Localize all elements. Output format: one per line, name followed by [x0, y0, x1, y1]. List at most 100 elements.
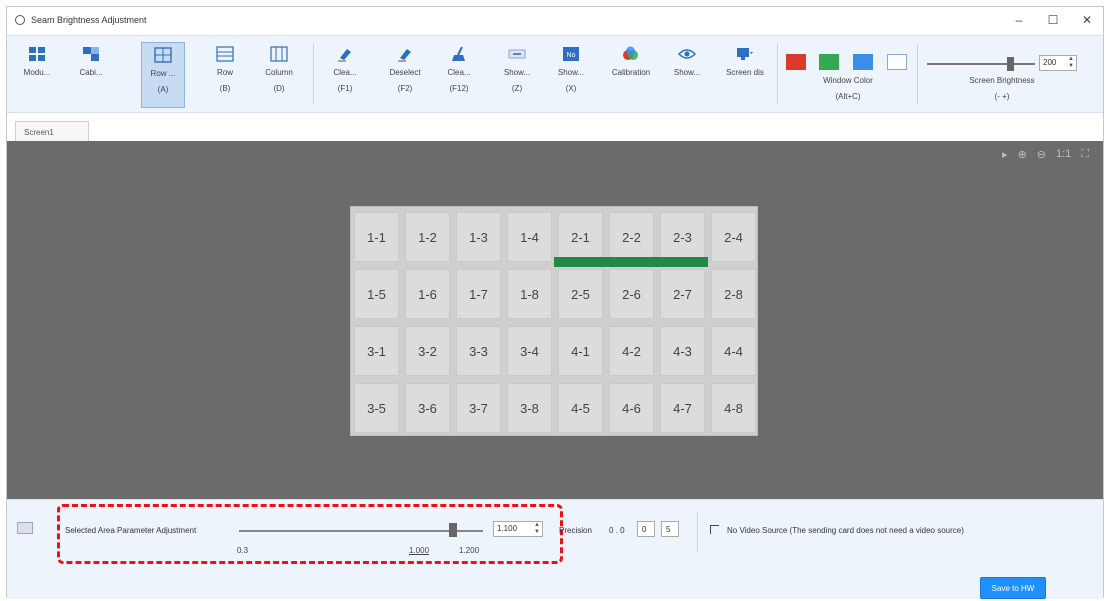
- cabinet-cell[interactable]: 2-5: [558, 269, 603, 319]
- tool-label: Deselect: [389, 68, 421, 77]
- toolbar-separator: [777, 44, 778, 104]
- cabinet-cell[interactable]: 1-5: [354, 269, 399, 319]
- show-seams-icon: [508, 49, 526, 59]
- cabinet-cell[interactable]: 1-3: [456, 212, 501, 262]
- brightness-spinner[interactable]: ▲ ▼: [1066, 56, 1076, 70]
- tool-shortcut: (X): [565, 84, 577, 93]
- clear-all-tool-button[interactable]: Clea... (F12): [437, 42, 481, 108]
- actual-size-icon[interactable]: 1:1: [1056, 148, 1071, 160]
- parameter-spinner[interactable]: ▲ ▼: [532, 522, 542, 536]
- panel-collapse-icon[interactable]: [17, 522, 33, 534]
- minimize-button[interactable]: –: [1003, 7, 1035, 33]
- cabinet-cell[interactable]: 3-4: [507, 326, 552, 376]
- cabinet-cell[interactable]: 3-7: [456, 383, 501, 433]
- screen-display-tool-button[interactable]: Screen dis: [719, 42, 771, 108]
- cabinet-cell[interactable]: 3-8: [507, 383, 552, 433]
- cabinet-cell[interactable]: 2-2: [609, 212, 654, 262]
- cabinet-cell[interactable]: 2-6: [609, 269, 654, 319]
- title-bar: Seam Brightness Adjustment – ☐ ✕: [7, 7, 1103, 33]
- cabinet-cell[interactable]: 1-4: [507, 212, 552, 262]
- cabinet-cell[interactable]: 4-2: [609, 326, 654, 376]
- brightness-slider-thumb[interactable]: [1007, 57, 1015, 71]
- screen-display-icon: [737, 48, 753, 60]
- cabinet-cell[interactable]: 2-3: [660, 212, 705, 262]
- tool-label: Row ...: [150, 69, 176, 78]
- cabinet-cell[interactable]: 1-8: [507, 269, 552, 319]
- show-view-tool-button[interactable]: Show...: [665, 42, 709, 108]
- brightness-slider-track[interactable]: [927, 63, 1035, 65]
- cabinet-cell[interactable]: 4-3: [660, 326, 705, 376]
- selected-seam-bar[interactable]: [554, 257, 708, 267]
- zoom-out-icon[interactable]: ⊖: [1037, 148, 1046, 161]
- fit-screen-icon[interactable]: ⛶: [1081, 148, 1089, 161]
- tool-shortcut: (B): [219, 84, 231, 93]
- cabinet-cell[interactable]: 4-8: [711, 383, 756, 433]
- expand-arrow-icon[interactable]: ▸: [1002, 148, 1008, 161]
- cabinet-cell[interactable]: 3-2: [405, 326, 450, 376]
- tool-shortcut: (A): [157, 85, 169, 94]
- cabinet-cell[interactable]: 4-7: [660, 383, 705, 433]
- row-seam-tool-button[interactable]: Row ... (A): [141, 42, 185, 108]
- save-to-hw-button[interactable]: Save to HW: [980, 577, 1046, 599]
- precision-digit-2[interactable]: 5: [661, 521, 679, 537]
- cabinet-cell[interactable]: 1-7: [456, 269, 501, 319]
- tool-label: Clea...: [333, 68, 357, 77]
- app-icon: [15, 15, 25, 25]
- precision-label: Precision: [559, 526, 592, 535]
- deselect-icon: [398, 49, 411, 62]
- parameter-label: Selected Area Parameter Adjustment: [65, 526, 197, 535]
- module-tool-button[interactable]: Modu...: [15, 42, 59, 108]
- deselect-tool-button[interactable]: Deselect (F2): [383, 42, 427, 108]
- tab-screen1[interactable]: Screen1: [15, 121, 89, 141]
- color-swatch-white[interactable]: [887, 54, 907, 70]
- cabinet-cell[interactable]: 1-6: [405, 269, 450, 319]
- column-tool-button[interactable]: Column (D): [257, 42, 301, 108]
- clear-tool-button[interactable]: Clea... (F1): [323, 42, 367, 108]
- cabinet-cell[interactable]: 2-4: [711, 212, 756, 262]
- column-icon: [270, 46, 288, 62]
- slider-max-label: 1.200: [459, 546, 480, 555]
- cabinet-cell[interactable]: 2-8: [711, 269, 756, 319]
- panel-divider: [697, 512, 698, 552]
- cabinet-cell[interactable]: 4-1: [558, 326, 603, 376]
- tool-label: Calibration: [611, 68, 651, 77]
- slider-mid-label: 1.000: [409, 546, 430, 555]
- show-numbers-tool-button[interactable]: No Show... (X): [549, 42, 593, 108]
- cabinet-cell[interactable]: 1-1: [354, 212, 399, 262]
- calibration-tool-button[interactable]: Calibration: [605, 42, 657, 108]
- color-swatch-blue[interactable]: [853, 54, 873, 70]
- row-tool-button[interactable]: Row (B): [203, 42, 247, 108]
- cabinet-cell[interactable]: 1-2: [405, 212, 450, 262]
- cabinet-cell[interactable]: 3-5: [354, 383, 399, 433]
- toolbar-separator: [917, 44, 918, 104]
- cabinet-cell[interactable]: 4-4: [711, 326, 756, 376]
- cabinet-cell[interactable]: 4-6: [609, 383, 654, 433]
- no-video-checkbox[interactable]: [710, 525, 719, 534]
- color-swatch-green[interactable]: [819, 54, 839, 70]
- parameter-slider-thumb[interactable]: [449, 523, 457, 537]
- zoom-in-icon[interactable]: ⊕: [1018, 148, 1027, 161]
- window-title: Seam Brightness Adjustment: [31, 15, 147, 25]
- parameter-slider-track[interactable]: [239, 530, 483, 532]
- cabinet-cell[interactable]: 4-5: [558, 383, 603, 433]
- cabinet-cell[interactable]: 3-1: [354, 326, 399, 376]
- color-swatch-red[interactable]: [786, 54, 806, 70]
- cabinet-cell[interactable]: 2-1: [558, 212, 603, 262]
- brightness-shortcut: (- +): [994, 92, 1010, 101]
- maximize-button[interactable]: ☐: [1037, 7, 1069, 33]
- cabinet-icon: [83, 47, 99, 61]
- tool-label: Cabi...: [79, 68, 103, 77]
- brightness-label: Screen Brightness: [969, 76, 1035, 85]
- screen-canvas[interactable]: ▸ ⊕ ⊖ 1:1 ⛶ 1-1 1-2 1-3 1-4 2-1 2-2 2-3 2-4 1-5 1…: [7, 141, 1103, 499]
- tool-shortcut: (F12): [449, 84, 469, 93]
- cabinet-cell[interactable]: 3-3: [456, 326, 501, 376]
- precision-digit-1[interactable]: 0: [637, 521, 655, 537]
- module-icon: [29, 47, 45, 61]
- show-seams-tool-button[interactable]: Show... (Z): [495, 42, 539, 108]
- app-window: Seam Brightness Adjustment – ☐ ✕ Modu...…: [6, 6, 1104, 599]
- cabinet-tool-button[interactable]: Cabi...: [69, 42, 113, 108]
- cabinet-cell[interactable]: 2-7: [660, 269, 705, 319]
- cabinet-grid: 1-1 1-2 1-3 1-4 2-1 2-2 2-3 2-4 1-5 1-6 1-7 1-8 2-5 2…: [350, 206, 758, 436]
- close-button[interactable]: ✕: [1071, 7, 1103, 33]
- cabinet-cell[interactable]: 3-6: [405, 383, 450, 433]
